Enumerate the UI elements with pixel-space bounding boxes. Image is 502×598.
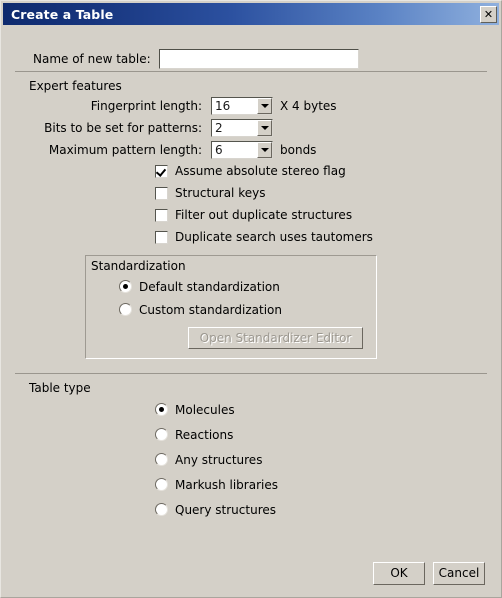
bits-per-pattern-row: Bits to be set for patterns: 2 xyxy=(15,117,487,138)
bits-per-pattern-label: Bits to be set for patterns: xyxy=(44,120,202,135)
radio-any-structures[interactable]: Any structures xyxy=(155,447,487,472)
radio-icon-selected[interactable] xyxy=(155,403,168,416)
radio-label: Query structures xyxy=(175,502,276,517)
bits-per-pattern-value: 2 xyxy=(215,120,223,135)
table-name-row: Name of new table: xyxy=(15,47,487,71)
checkbox-label: Assume absolute stereo flag xyxy=(175,164,346,178)
separator-table-type xyxy=(15,373,487,374)
fingerprint-length-combo[interactable]: 16 xyxy=(211,96,273,115)
checkbox-structural-keys[interactable]: Structural keys xyxy=(155,182,487,204)
separator-expert xyxy=(15,71,487,72)
chevron-down-icon[interactable] xyxy=(257,97,272,114)
radio-default-standardization[interactable]: Default standardization xyxy=(119,275,376,298)
checkbox-icon-checked[interactable] xyxy=(155,164,168,178)
maximum-pattern-length-value: 6 xyxy=(215,142,223,157)
fingerprint-length-label: Fingerprint length: xyxy=(90,98,202,113)
table-type-title: Table type xyxy=(29,381,91,395)
open-standardizer-editor-button[interactable]: Open Standardizer Editor xyxy=(188,327,363,349)
fingerprint-length-suffix: X 4 bytes xyxy=(280,98,337,113)
radio-icon[interactable] xyxy=(155,503,168,516)
standardization-groupbox: Standardization Default standardization … xyxy=(85,255,377,359)
chevron-down-icon[interactable] xyxy=(257,141,272,158)
radio-icon-selected[interactable] xyxy=(119,280,132,293)
bits-per-pattern-combo[interactable]: 2 xyxy=(211,118,273,137)
checkbox-icon[interactable] xyxy=(155,208,168,222)
cancel-button[interactable]: Cancel xyxy=(433,561,485,585)
chevron-down-icon[interactable] xyxy=(257,119,272,136)
create-a-table-dialog: Create a Table ✕ Name of new table: Expe… xyxy=(0,0,502,598)
checkbox-icon[interactable] xyxy=(155,230,168,244)
maximum-pattern-length-combo[interactable]: 6 xyxy=(211,140,273,159)
expert-features-title: Expert features xyxy=(29,79,122,93)
checkbox-assume-absolute-stereo-flag[interactable]: Assume absolute stereo flag xyxy=(155,160,487,182)
fingerprint-length-value: 16 xyxy=(215,98,231,113)
radio-label: Markush libraries xyxy=(175,477,278,492)
close-icon[interactable]: ✕ xyxy=(480,5,497,23)
radio-label: Any structures xyxy=(175,452,263,467)
dialog-content: Name of new table: Expert features Finge… xyxy=(1,25,501,549)
checkbox-filter-out-duplicate-structures[interactable]: Filter out duplicate structures xyxy=(155,204,487,226)
radio-icon[interactable] xyxy=(155,428,168,441)
radio-icon[interactable] xyxy=(155,453,168,466)
dialog-footer: OK Cancel xyxy=(1,549,501,597)
checkbox-duplicate-search-uses-tautomers[interactable]: Duplicate search uses tautomers xyxy=(155,226,487,248)
radio-label: Custom standardization xyxy=(139,302,282,317)
radio-reactions[interactable]: Reactions xyxy=(155,422,487,447)
standardization-title: Standardization xyxy=(91,259,186,273)
table-name-input[interactable] xyxy=(158,49,359,69)
radio-molecules[interactable]: Molecules xyxy=(155,397,487,422)
checkbox-label: Structural keys xyxy=(175,186,266,200)
radio-icon[interactable] xyxy=(119,303,132,316)
titlebar: Create a Table ✕ xyxy=(3,3,499,25)
ok-button[interactable]: OK xyxy=(373,561,425,585)
radio-icon[interactable] xyxy=(155,478,168,491)
fingerprint-length-row: Fingerprint length: 16 X 4 bytes xyxy=(15,95,487,116)
table-type-radio-group: Molecules Reactions Any structures Marku… xyxy=(155,397,487,522)
radio-query-structures[interactable]: Query structures xyxy=(155,497,487,522)
radio-markush-libraries[interactable]: Markush libraries xyxy=(155,472,487,497)
maximum-pattern-length-suffix: bonds xyxy=(280,142,317,157)
checkbox-label: Duplicate search uses tautomers xyxy=(175,230,373,244)
table-name-label: Name of new table: xyxy=(33,52,151,66)
radio-custom-standardization[interactable]: Custom standardization xyxy=(119,298,376,321)
checkbox-label: Filter out duplicate structures xyxy=(175,208,353,222)
radio-label: Default standardization xyxy=(139,279,280,294)
standardizer-editor-button-row: Open Standardizer Editor xyxy=(86,327,376,349)
maximum-pattern-length-row: Maximum pattern length: 6 bonds xyxy=(15,139,487,160)
window-title: Create a Table xyxy=(11,6,114,22)
radio-label: Reactions xyxy=(175,427,234,442)
maximum-pattern-length-label: Maximum pattern length: xyxy=(48,142,202,157)
radio-label: Molecules xyxy=(175,402,235,417)
checkbox-icon[interactable] xyxy=(155,186,168,200)
